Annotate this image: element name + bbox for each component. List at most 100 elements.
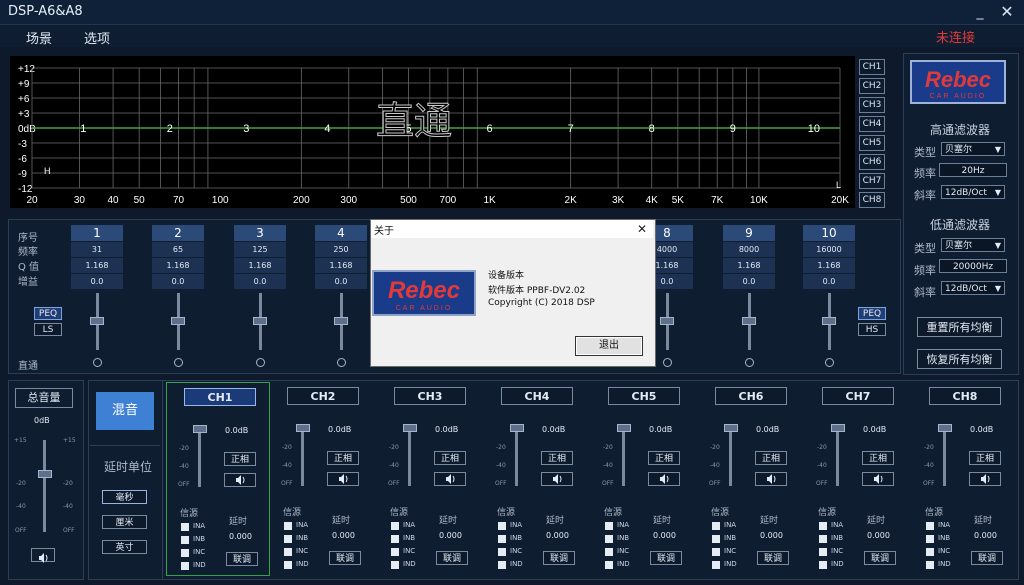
close-icon[interactable]: ✕ [996,2,1018,22]
highpass-freq-input[interactable]: 20Hz [939,163,1007,177]
channel-mute-button[interactable] [327,472,359,486]
checkbox-icon[interactable] [712,535,720,543]
eq-band-freq[interactable]: 125 [234,241,286,257]
checkbox-icon[interactable] [391,535,399,543]
eq-band-q[interactable]: 1.168 [71,257,123,273]
channel-gain-slider-thumb[interactable] [510,424,524,432]
eq-band-q[interactable]: 1.168 [152,257,204,273]
channel-delay-value[interactable]: 0.000 [974,531,997,540]
channel-gain-slider[interactable] [198,427,201,487]
eq-band-q[interactable]: 1.168 [803,257,855,273]
checkbox-icon[interactable] [284,561,292,569]
master-volume-track[interactable] [43,440,46,532]
channel-mute-button[interactable] [862,472,894,486]
checkbox-icon[interactable] [926,535,934,543]
checkbox-icon[interactable] [181,523,189,531]
channel-gain-slider[interactable] [408,426,411,486]
lowpass-type-select[interactable]: 贝塞尔 ▼ [941,238,1005,252]
graph-tab-ch6[interactable]: CH6 [859,154,885,170]
checkbox-icon[interactable] [181,562,189,570]
eq-band-bypass-radio[interactable] [825,358,834,367]
checkbox-icon[interactable] [284,548,292,556]
eq-band-gain-slider-thumb[interactable] [660,317,674,325]
checkbox-icon[interactable] [498,561,506,569]
eq-band-gain-slider-thumb[interactable] [253,317,267,325]
channel-link-button[interactable]: 联调 [650,551,682,565]
channel-gain-slider-thumb[interactable] [617,424,631,432]
checkbox-icon[interactable] [819,522,827,530]
eq-band-gain-slider-thumb[interactable] [171,317,185,325]
graph-tab-ch3[interactable]: CH3 [859,97,885,113]
eq-band-freq[interactable]: 31 [71,241,123,257]
delay-unit-cm-button[interactable]: 厘米 [102,515,147,529]
checkbox-icon[interactable] [284,535,292,543]
checkbox-icon[interactable] [391,561,399,569]
delay-unit-inch-button[interactable]: 英寸 [102,540,147,554]
eq-band-gain-slider-thumb[interactable] [742,317,756,325]
checkbox-icon[interactable] [605,522,613,530]
channel-mute-button[interactable] [224,473,256,487]
checkbox-icon[interactable] [498,535,506,543]
checkbox-icon[interactable] [391,522,399,530]
eq-band-bypass-radio[interactable] [663,358,672,367]
channel-gain-slider-thumb[interactable] [938,424,952,432]
eq-band-bypass-radio[interactable] [93,358,102,367]
eq-band-gain[interactable]: 0.0 [234,273,286,289]
eq-band-gain-slider-thumb[interactable] [90,317,104,325]
menu-options[interactable]: 选项 [84,28,110,47]
ls-button[interactable]: LS [34,323,62,336]
eq-band-gain-slider-thumb[interactable] [822,317,836,325]
channel-link-button[interactable]: 联调 [329,551,361,565]
channel-gain-slider[interactable] [622,426,625,486]
checkbox-icon[interactable] [819,535,827,543]
delay-unit-ms-button[interactable]: 毫秒 [102,490,147,504]
checkbox-icon[interactable] [181,549,189,557]
channel-phase-button[interactable]: 正相 [969,451,1001,465]
channel-link-button[interactable]: 联调 [864,551,896,565]
minimize-icon[interactable]: _ [970,2,990,22]
eq-band-freq[interactable]: 65 [152,241,204,257]
channel-delay-value[interactable]: 0.000 [332,531,355,540]
channel-name-button[interactable]: CH4 [501,387,573,405]
checkbox-icon[interactable] [819,548,827,556]
eq-band-gain[interactable]: 0.0 [315,273,367,289]
checkbox-icon[interactable] [284,522,292,530]
checkbox-icon[interactable] [605,548,613,556]
checkbox-icon[interactable] [926,561,934,569]
right-peq-button[interactable]: PEQ [858,307,886,320]
checkbox-icon[interactable] [605,535,613,543]
menu-scene[interactable]: 场景 [26,28,52,47]
checkbox-icon[interactable] [605,561,613,569]
checkbox-icon[interactable] [712,522,720,530]
channel-phase-button[interactable]: 正相 [224,452,256,466]
channel-gain-slider-thumb[interactable] [831,424,845,432]
channel-gain-slider-thumb[interactable] [724,424,738,432]
hs-button[interactable]: HS [858,323,886,336]
channel-gain-slider-thumb[interactable] [296,424,310,432]
channel-delay-value[interactable]: 0.000 [867,531,890,540]
highpass-type-select[interactable]: 贝塞尔 ▼ [941,142,1005,156]
eq-band-bypass-radio[interactable] [745,358,754,367]
eq-band-freq[interactable]: 8000 [723,241,775,257]
eq-band-gain[interactable]: 0.0 [723,273,775,289]
channel-phase-button[interactable]: 正相 [434,451,466,465]
highpass-slope-select[interactable]: 12dB/Oct ▼ [941,185,1005,199]
eq-band-gain-slider-thumb[interactable] [334,317,348,325]
checkbox-icon[interactable] [712,548,720,556]
channel-gain-slider-thumb[interactable] [403,424,417,432]
channel-delay-value[interactable]: 0.000 [546,531,569,540]
restore-all-eq-button[interactable]: 恢复所有均衡 [917,349,1002,369]
channel-delay-value[interactable]: 0.000 [439,531,462,540]
checkbox-icon[interactable] [712,561,720,569]
eq-band-freq[interactable]: 16000 [803,241,855,257]
graph-tab-ch8[interactable]: CH8 [859,192,885,208]
channel-gain-slider[interactable] [943,426,946,486]
channel-phase-button[interactable]: 正相 [755,451,787,465]
channel-link-button[interactable]: 联调 [971,551,1003,565]
channel-phase-button[interactable]: 正相 [648,451,680,465]
channel-gain-slider[interactable] [301,426,304,486]
channel-mute-button[interactable] [434,472,466,486]
master-mute-button[interactable] [31,548,55,563]
close-icon[interactable]: ✕ [634,220,650,238]
graph-tab-ch1[interactable]: CH1 [859,59,885,75]
